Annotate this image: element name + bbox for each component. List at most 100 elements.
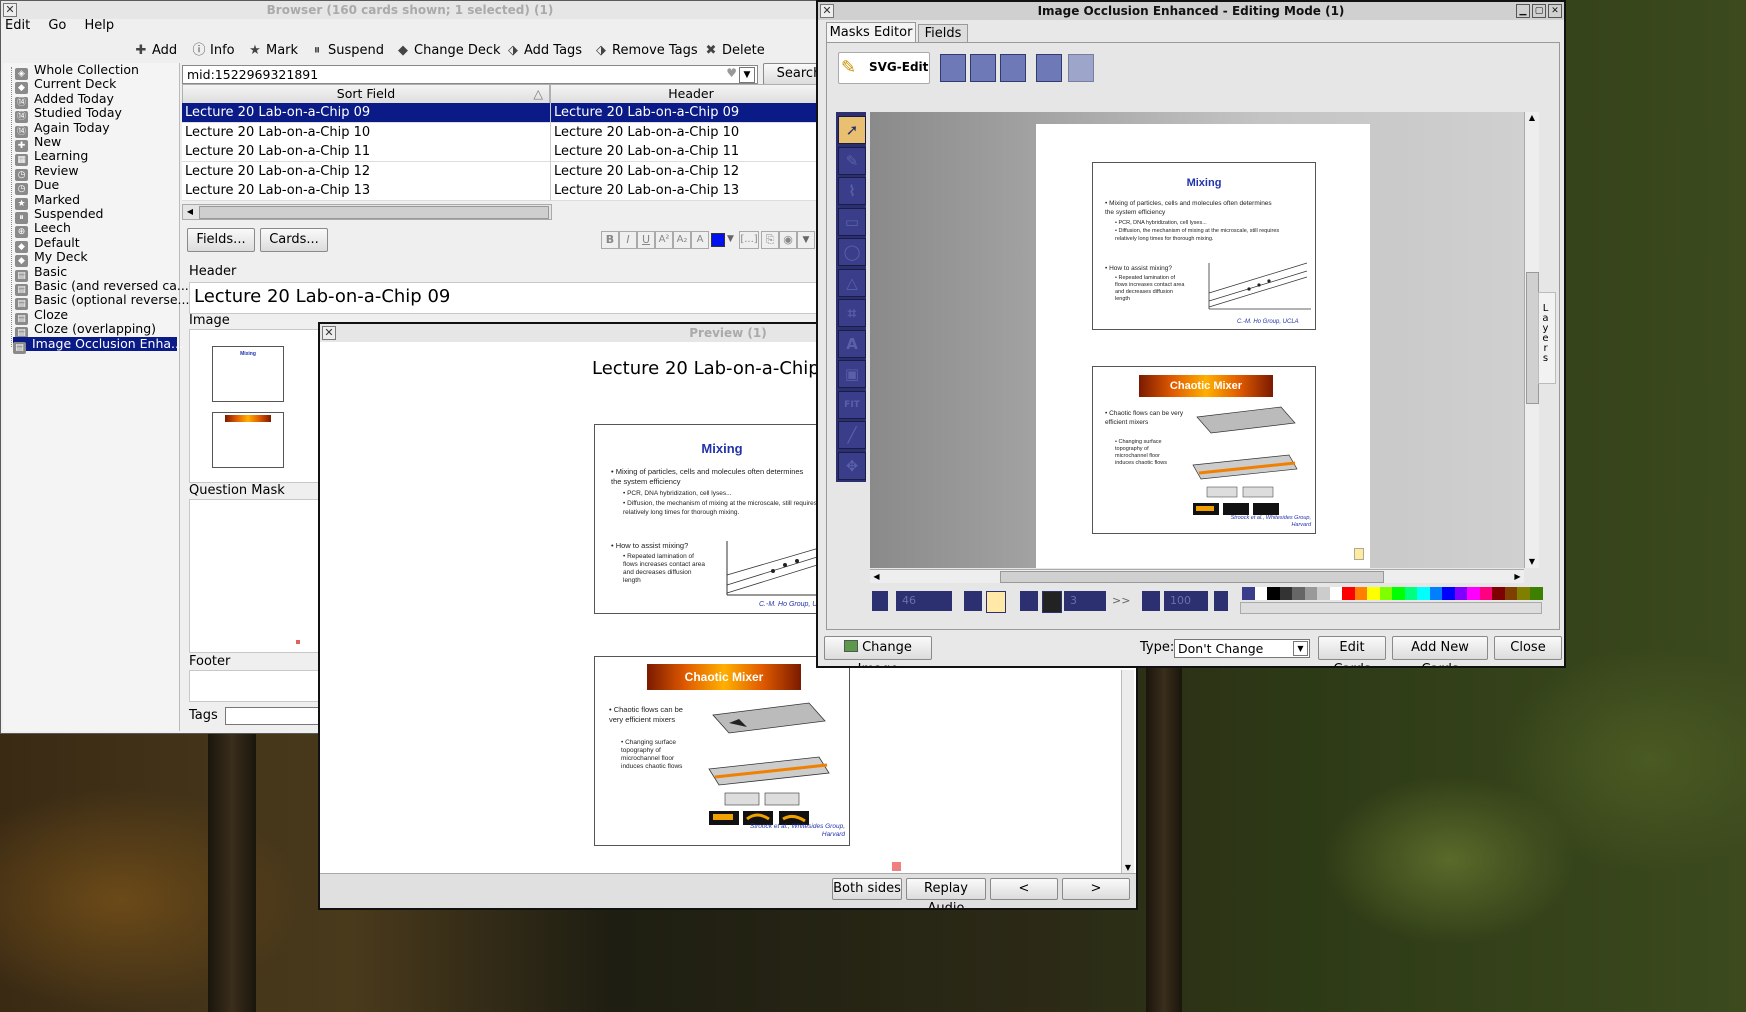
palette-swatch[interactable]: [1492, 587, 1505, 600]
footer-field[interactable]: [189, 670, 331, 702]
palette-swatch[interactable]: [1442, 587, 1455, 600]
source-icon[interactable]: [940, 54, 966, 82]
line-tool-icon[interactable]: ⌗: [838, 299, 866, 327]
pan-tool-icon[interactable]: ✥: [838, 451, 866, 480]
text-color-icon[interactable]: [711, 233, 725, 247]
stroke-style-icon[interactable]: >>: [1112, 591, 1136, 611]
ellipse-tool-icon[interactable]: ◯: [838, 238, 866, 266]
superscript-icon[interactable]: A²: [655, 231, 673, 249]
palette-swatch[interactable]: [1317, 587, 1330, 600]
canvas-vertical-scrollbar[interactable]: ▲ ▼: [1524, 112, 1539, 568]
palette-swatch[interactable]: [1254, 587, 1268, 600]
opacity-input[interactable]: 100: [1164, 591, 1208, 611]
zoom-tool-icon[interactable]: [872, 591, 888, 611]
previous-card-button[interactable]: <: [990, 878, 1058, 900]
tab-fields[interactable]: Fields: [918, 24, 968, 43]
delete-button[interactable]: ✖ Delete: [703, 41, 765, 61]
scroll-left-icon[interactable]: ◀: [870, 570, 883, 583]
sidebar-item[interactable]: ◷ Due: [15, 178, 59, 196]
fill-tool-icon[interactable]: [964, 591, 982, 611]
mark-button[interactable]: ★ Mark: [247, 41, 298, 61]
remove-tags-button[interactable]: ⬗ Remove Tags: [593, 41, 698, 61]
palette-swatch[interactable]: [1367, 587, 1380, 600]
header-field[interactable]: Lecture 20 Lab-on-a-Chip 09: [189, 282, 819, 314]
zoom-input[interactable]: 46: [896, 591, 952, 611]
select-tool-icon[interactable]: ➚: [838, 116, 866, 144]
close-icon[interactable]: ✕: [820, 4, 834, 18]
sidebar-item[interactable]: ◆ Default: [15, 235, 80, 253]
clear-format-icon[interactable]: A: [691, 231, 709, 249]
both-sides-button[interactable]: Both sides: [832, 878, 902, 900]
sidebar-item[interactable]: ◆ Current Deck: [15, 77, 116, 95]
maximize-icon[interactable]: ▢: [1532, 4, 1546, 18]
stroke-color-swatch[interactable]: [1042, 591, 1062, 613]
subscript-icon[interactable]: A₂: [673, 231, 691, 249]
opacity-tool-icon[interactable]: [1142, 591, 1160, 611]
palette-swatch[interactable]: [1379, 587, 1393, 600]
cards-button[interactable]: Cards...: [260, 228, 328, 252]
palette-swatch[interactable]: [1279, 587, 1293, 600]
layers-panel-handle[interactable]: Layers: [1538, 292, 1556, 384]
record-icon[interactable]: ◉: [779, 231, 797, 249]
sidebar-item[interactable]: ⑭ Studied Today: [15, 106, 122, 124]
menu-edit[interactable]: Edit: [5, 18, 30, 33]
scroll-down-icon[interactable]: ▼: [1525, 556, 1539, 568]
path-tool-icon[interactable]: ⌇: [838, 177, 866, 205]
palette-swatch[interactable]: [1479, 587, 1493, 600]
palette-swatch[interactable]: [1429, 587, 1443, 600]
polygon-tool-icon[interactable]: △: [838, 268, 866, 297]
palette-swatch[interactable]: [1342, 587, 1355, 600]
tags-input[interactable]: [225, 707, 331, 725]
palette-swatch[interactable]: [1454, 587, 1468, 600]
sidebar-item[interactable]: ★ Marked: [15, 192, 80, 210]
palette-swatch[interactable]: [1392, 587, 1405, 600]
image-tool-icon[interactable]: ▣: [838, 360, 866, 388]
palette-scrollbar[interactable]: [1240, 602, 1542, 614]
question-mask-field[interactable]: [189, 499, 331, 653]
palette-swatch[interactable]: [1354, 587, 1368, 600]
palette-swatch[interactable]: [1504, 587, 1518, 600]
scrollbar-thumb[interactable]: [1000, 571, 1384, 583]
pencil-tool-icon[interactable]: ✎: [838, 146, 866, 175]
chevron-down-icon[interactable]: [1214, 591, 1228, 611]
underline-icon[interactable]: U: [637, 231, 655, 249]
scroll-up-icon[interactable]: ▲: [1525, 112, 1539, 124]
type-select[interactable]: Don't Change ▼: [1174, 639, 1310, 658]
fields-button[interactable]: Fields...: [187, 228, 255, 252]
image-field[interactable]: Mixing: [189, 329, 331, 483]
chevron-down-icon[interactable]: ▼: [797, 231, 815, 249]
attach-icon[interactable]: ⎘: [761, 231, 779, 249]
sidebar-item[interactable]: ◈ Whole Collection: [15, 63, 139, 80]
palette-swatch[interactable]: [1404, 587, 1418, 600]
rect-tool-icon[interactable]: ▭: [838, 207, 866, 236]
sidebar-item[interactable]: ◆ My Deck: [15, 250, 88, 268]
replay-audio-button[interactable]: Replay Audio: [906, 878, 986, 908]
close-icon[interactable]: ✕: [322, 326, 336, 340]
cloze-icon[interactable]: [...]: [739, 231, 759, 249]
sidebar-item[interactable]: ⏸ Suspended: [15, 207, 103, 224]
sidebar-item[interactable]: ▤ Image Occlusion Enha...: [13, 336, 183, 354]
eyedropper-icon[interactable]: ╱: [838, 421, 866, 449]
svg-edit-menu-button[interactable]: ✎ SVG-Edit: [838, 52, 930, 84]
wireframe-icon[interactable]: [970, 54, 996, 82]
sidebar-item[interactable]: ⑭ Again Today: [15, 120, 110, 138]
chevron-down-icon[interactable]: ▼: [727, 231, 737, 247]
chevron-down-icon[interactable]: ▼: [1293, 641, 1308, 656]
undo-icon[interactable]: [1036, 54, 1062, 82]
sidebar-item[interactable]: ▤ Cloze (overlapping): [15, 322, 156, 340]
redo-icon[interactable]: [1068, 54, 1094, 82]
scroll-right-icon[interactable]: ▶: [1511, 570, 1524, 583]
palette-swatch[interactable]: [1242, 587, 1255, 600]
next-card-button[interactable]: >: [1062, 878, 1130, 900]
menu-go[interactable]: Go: [48, 18, 66, 33]
search-button[interactable]: Search: [763, 63, 819, 85]
palette-swatch[interactable]: [1529, 587, 1543, 600]
sidebar-item[interactable]: ▤ Basic: [15, 264, 67, 282]
add-button[interactable]: ✚ Add: [133, 41, 178, 61]
stroke-width-input[interactable]: 3: [1064, 591, 1106, 611]
minimize-icon[interactable]: ▁: [1516, 4, 1530, 18]
palette-swatch[interactable]: [1517, 587, 1530, 600]
palette-swatch[interactable]: [1267, 587, 1280, 600]
column-header-sort-field[interactable]: Sort Field △: [182, 84, 550, 104]
palette-swatch[interactable]: [1329, 587, 1343, 600]
